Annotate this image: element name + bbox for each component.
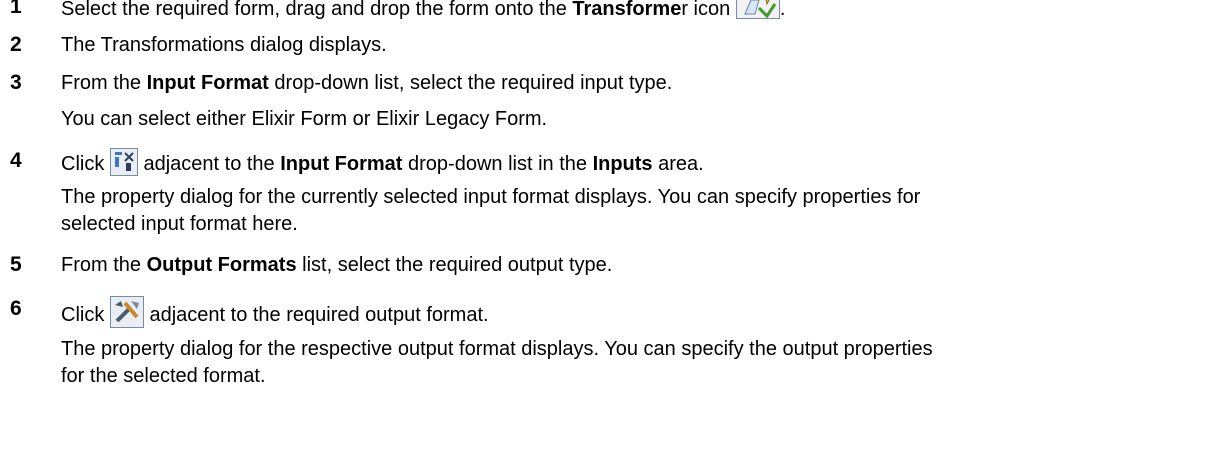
step-note: You can select either Elixir Form or Eli… xyxy=(61,108,548,130)
step-note-line-1: The property dialog for the currently se… xyxy=(61,186,921,208)
step-number: 1 xyxy=(10,0,22,18)
step-number: 5 xyxy=(10,253,22,276)
transformer-icon xyxy=(735,0,780,19)
step-number: 3 xyxy=(10,71,22,94)
input-properties-icon xyxy=(109,148,138,176)
step-note-line-1: The property dialog for the respective o… xyxy=(61,338,933,360)
step-number: 6 xyxy=(10,297,22,320)
step-text: Click adjacent to the Input Format drop-… xyxy=(61,148,704,177)
step-text: From the Output Formats list, select the… xyxy=(61,254,613,276)
step-note-line-2: for the selected format. xyxy=(61,365,266,387)
step-note-line-2: selected input format here. xyxy=(61,213,298,235)
output-properties-icon xyxy=(109,296,144,328)
step-number: 2 xyxy=(10,33,22,56)
step-text: The Transformations dialog displays. xyxy=(61,34,387,56)
step-text: Select the required form, drag and drop … xyxy=(61,0,785,22)
step-text: Click adjacent to the required output fo… xyxy=(61,296,489,328)
step-number: 4 xyxy=(10,149,22,172)
step-text: From the Input Format drop-down list, se… xyxy=(61,72,673,94)
